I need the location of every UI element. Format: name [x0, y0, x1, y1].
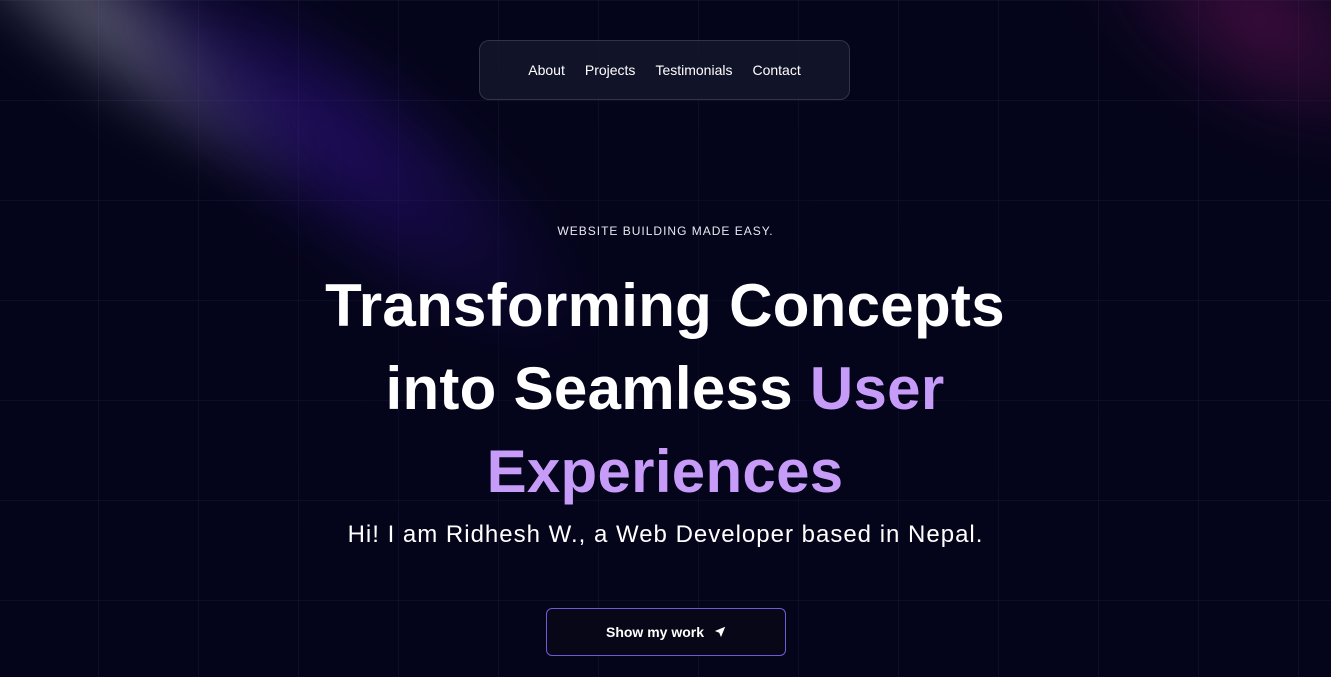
- hero-eyebrow: WEBSITE BUILDING MADE EASY.: [557, 224, 774, 238]
- nav-link-about[interactable]: About: [528, 62, 565, 78]
- nav-link-contact[interactable]: Contact: [752, 62, 800, 78]
- send-arrow-icon: [714, 626, 726, 638]
- top-nav: About Projects Testimonials Contact: [479, 40, 850, 100]
- nav-link-testimonials[interactable]: Testimonials: [655, 62, 732, 78]
- cta-label: Show my work: [605, 624, 705, 640]
- hero-headline: Transforming Concepts into Seamless User…: [265, 264, 1065, 513]
- show-my-work-button[interactable]: Show my work: [546, 608, 786, 656]
- nav-link-projects[interactable]: Projects: [585, 62, 636, 78]
- landing-page: About Projects Testimonials Contact WEBS…: [0, 0, 1331, 677]
- hero-subline: Hi! I am Ridhesh W., a Web Developer bas…: [347, 521, 984, 548]
